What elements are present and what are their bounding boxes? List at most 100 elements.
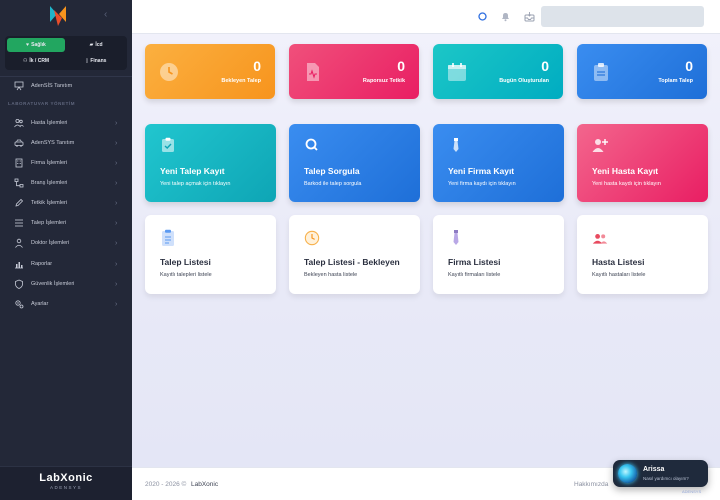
assistant-widget[interactable]: Arissa Nasıl yardımcı olayım? [613, 460, 708, 487]
sidebar-item-doktor[interactable]: Doktor İşlemleri › [0, 233, 132, 253]
inbox-icon[interactable] [524, 11, 535, 22]
chevron-right-icon: › [115, 280, 118, 288]
footer-copyright: 2020 - 2026 © [145, 481, 187, 488]
clipboard-list-icon [162, 229, 174, 246]
module-saglik[interactable]: ♥ Sağlık [7, 38, 65, 52]
list-talep[interactable]: Talep Listesi Kayıtlı talepleri listele [145, 215, 276, 294]
bell-icon[interactable] [500, 11, 511, 22]
chart-icon [15, 262, 23, 269]
footer-about-link[interactable]: Hakkımızda [574, 481, 608, 488]
sidebar-item-label: Güvenlik İşlemleri [31, 281, 75, 287]
sidebar: ‹ ♥ Sağlık ▰ İcd ⚇ İk / CRM ▯ Finans AdenSİS… [0, 0, 132, 500]
chevron-right-icon: › [115, 300, 118, 308]
tie-icon [453, 138, 459, 152]
branch-icon [14, 178, 24, 188]
list-talep-bekleyen[interactable]: Talep Listesi - Bekleyen Bekleyen hasta … [289, 215, 420, 294]
dashboard-main: 0 Bekleyen Talep 0 Raporsuz Tetkik 0 Bug… [132, 34, 720, 467]
stat-card-bekleyen[interactable]: 0 Bekleyen Talep [145, 44, 275, 99]
search-icon[interactable] [477, 11, 488, 22]
pencil-icon [15, 198, 24, 207]
section-label: LABORATUVAR YÖNETİM [8, 101, 76, 106]
people-icon: ⚇ [22, 58, 28, 64]
car-icon: ▰ [89, 42, 94, 48]
sidebar-item-hasta[interactable]: Hasta İşlemleri › [0, 113, 132, 133]
action-yeni-firma[interactable]: Yeni Firma Kayıt Yeni firma kaydı için t… [433, 124, 564, 202]
users-icon [592, 234, 608, 244]
module-icd[interactable]: ▰ İcd [67, 38, 125, 52]
sidebar-item-guvenlik[interactable]: Güvenlik İşlemleri › [0, 274, 132, 294]
chevron-right-icon: › [115, 159, 118, 167]
assistant-orb-icon [618, 464, 637, 483]
chevron-right-icon: › [115, 179, 118, 187]
list-title: Firma Listesi [448, 257, 501, 267]
tie-icon [453, 230, 459, 245]
sidebar-item-label: Doktor İşlemleri [31, 240, 70, 246]
sidebar-item-ayarlar[interactable]: Ayarlar › [0, 294, 132, 314]
calendar-icon [448, 63, 466, 81]
chevron-right-icon: › [115, 260, 118, 268]
stat-value: 0 [541, 58, 549, 74]
stat-value: 0 [253, 58, 261, 74]
action-description: Yeni firma kaydı için tıklayın [448, 181, 516, 187]
action-yeni-hasta[interactable]: Yeni Hasta Kayıt Yeni hasta kaydı için t… [577, 124, 708, 202]
list-hasta[interactable]: Hasta Listesi Kayıtlı hastaları listele [577, 215, 708, 294]
sidebar-item-label: Branş İşlemleri [31, 180, 68, 186]
brand-subtitle: ADENSYS [49, 485, 82, 490]
brand-name: LabXonic [39, 472, 93, 484]
sidebar-item-label: Talep İşlemleri [31, 220, 67, 226]
stat-card-toplam[interactable]: 0 Toplam Talep [577, 44, 707, 99]
report-icon [307, 63, 319, 81]
sidebar-item-label: AdenSİS Tanıtım [31, 83, 73, 89]
sidebar-item-adensys[interactable]: AdenSYS Tanıtım › [0, 133, 132, 153]
top-search-field[interactable] [541, 6, 704, 27]
car-icon [14, 139, 24, 147]
sidebar-item-talep[interactable]: Talep İşlemleri › [0, 213, 132, 233]
footer-brand-link[interactable]: LabXonic [191, 481, 218, 488]
list-firma[interactable]: Firma Listesi Kayıtlı firmaları listele [433, 215, 564, 294]
sidebar-item-raporlar[interactable]: Raporlar › [0, 254, 132, 274]
chevron-right-icon: › [115, 139, 118, 147]
sidebar-item-label: AdenSYS Tanıtım [31, 140, 75, 146]
list-description: Kayıtlı talepleri listele [160, 272, 212, 278]
user-plus-icon [592, 139, 608, 152]
presentation-icon [14, 81, 24, 91]
list-icon [15, 219, 23, 227]
sidebar-item-tetkik[interactable]: Tetkik İşlemleri › [0, 193, 132, 213]
sidebar-item-brans[interactable]: Branş İşlemleri › [0, 173, 132, 193]
chevron-right-icon: › [115, 239, 118, 247]
top-bar [132, 0, 720, 34]
stat-card-raporsuz[interactable]: 0 Raporsuz Tetkik [289, 44, 419, 99]
action-description: Barkod ile talep sorgula [304, 181, 362, 187]
stat-value: 0 [685, 58, 693, 74]
action-title: Yeni Firma Kayıt [448, 166, 515, 176]
stat-value: 0 [397, 58, 405, 74]
sidebar-item-label: Raporlar [31, 261, 53, 267]
action-yeni-talep[interactable]: Yeni Talep Kayıt Yeni talep açmak için t… [145, 124, 276, 202]
list-title: Talep Listesi [160, 257, 211, 267]
chevron-right-icon: › [115, 219, 118, 227]
list-description: Bekleyen hasta listele [304, 272, 358, 278]
action-title: Yeni Talep Kayıt [160, 166, 225, 176]
action-title: Yeni Hasta Kayıt [592, 166, 659, 176]
heart-icon: ♥ [26, 42, 30, 48]
module-switcher: ♥ Sağlık ▰ İcd ⚇ İk / CRM ▯ Finans [5, 36, 127, 70]
module-finans[interactable]: ▯ Finans [67, 54, 125, 68]
clock-icon [304, 230, 320, 246]
collapse-sidebar-icon[interactable]: ‹ [104, 10, 114, 20]
document-icon: ▯ [85, 58, 89, 64]
assistant-name: Arissa [643, 466, 665, 473]
action-title: Talep Sorgula [304, 166, 360, 176]
clipboard-icon [594, 63, 608, 81]
list-title: Hasta Listesi [592, 257, 645, 267]
labxonic-logo[interactable] [48, 4, 68, 28]
building-icon [15, 158, 23, 168]
gear-icon [15, 300, 24, 309]
action-talep-sorgula[interactable]: Talep Sorgula Barkod ile talep sorgula [289, 124, 420, 202]
sidebar-item-firma[interactable]: Firma İşlemleri › [0, 153, 132, 173]
users-icon [14, 118, 24, 128]
stat-card-bugun[interactable]: 0 Bugün Oluşturulan [433, 44, 563, 99]
clipboard-check-icon [162, 137, 174, 152]
stat-label: Toplam Talep [658, 78, 693, 84]
sidebar-item-intro[interactable]: AdenSİS Tanıtım [0, 76, 132, 96]
module-ik-crm[interactable]: ⚇ İk / CRM [7, 54, 65, 68]
